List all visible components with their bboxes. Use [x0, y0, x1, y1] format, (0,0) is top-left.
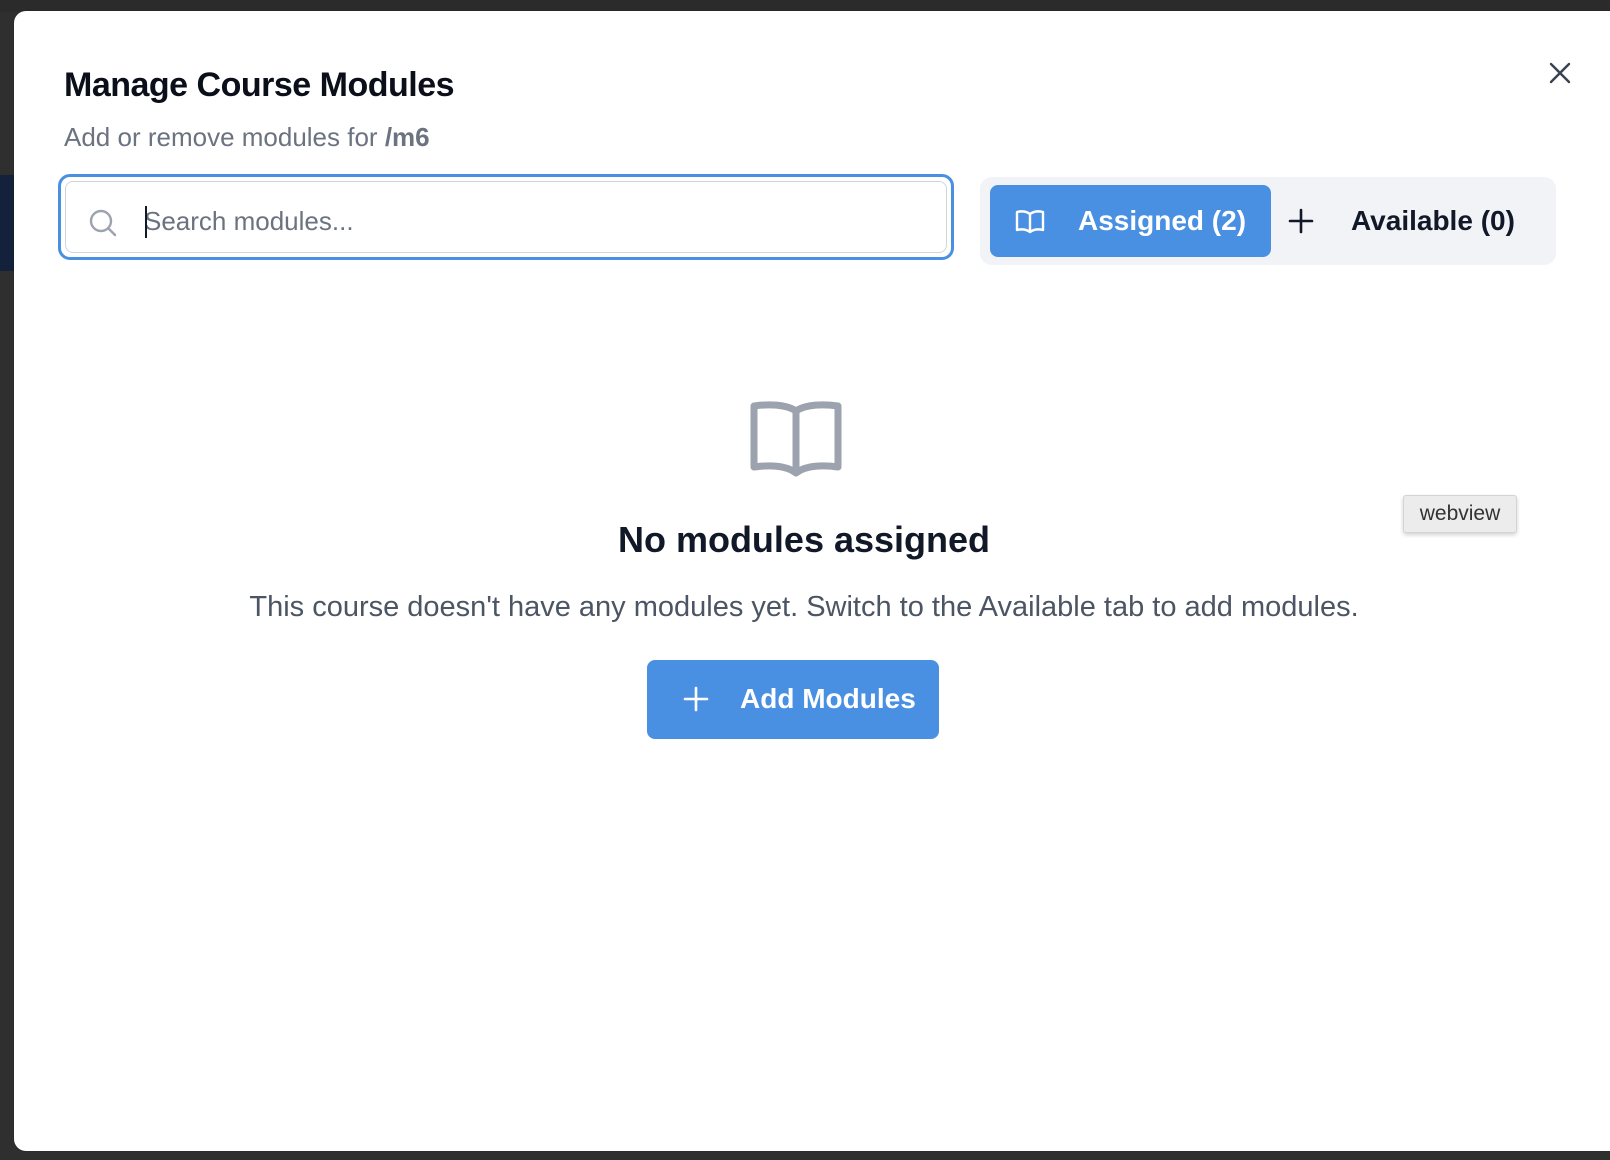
tab-assigned-label: Assigned (2): [1078, 205, 1247, 236]
manage-modules-dialog: Manage Course Modules Add or remove modu…: [14, 11, 1610, 1151]
dialog-title: Manage Course Modules: [64, 66, 455, 104]
tab-assigned[interactable]: Assigned (2): [990, 185, 1271, 257]
text-cursor: [145, 206, 147, 238]
dialog-subtitle: Add or remove modules for /m6: [64, 122, 430, 153]
tab-available[interactable]: Available (0): [1275, 185, 1547, 257]
search-input[interactable]: [144, 192, 924, 250]
webview-tooltip: webview: [1403, 495, 1517, 533]
search-field[interactable]: [58, 174, 954, 260]
close-button[interactable]: [1545, 58, 1575, 88]
course-name: /m6: [384, 122, 430, 152]
tab-available-label: Available (0): [1351, 205, 1515, 236]
close-icon: [1549, 62, 1571, 84]
plus-icon: [683, 686, 709, 712]
add-modules-button[interactable]: Add Modules: [647, 660, 939, 739]
add-modules-label: Add Modules: [740, 683, 916, 714]
search-field-inner: [65, 181, 947, 253]
empty-state-title: No modules assigned: [617, 519, 991, 560]
module-tabs: Assigned (2) Available (0): [980, 177, 1556, 265]
book-open-icon: [1015, 210, 1045, 234]
background-sidebar-accent: [0, 175, 14, 271]
empty-state-description: This course doesn't have any modules yet…: [249, 591, 1359, 623]
book-open-icon: [750, 401, 842, 477]
subtitle-text: Add or remove modules for: [64, 122, 378, 152]
search-icon: [89, 209, 117, 237]
plus-icon: [1288, 208, 1314, 234]
